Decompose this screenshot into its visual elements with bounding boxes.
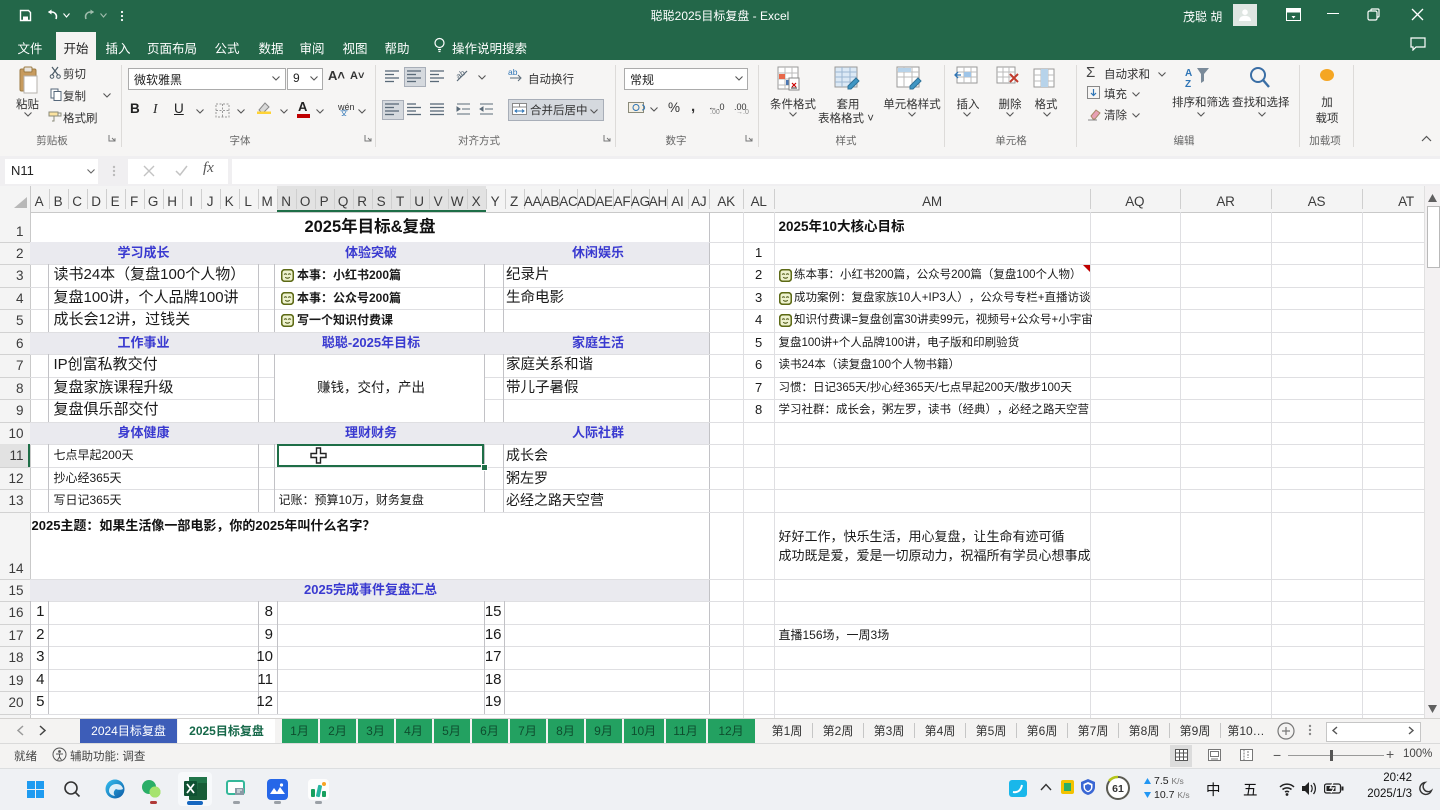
svg-text:ab: ab [455, 68, 467, 81]
svg-text:文: 文 [340, 108, 348, 116]
svg-text:ab: ab [508, 68, 518, 77]
svg-text:→.0: →.0 [736, 109, 749, 114]
svg-text:Z: Z [1185, 79, 1191, 90]
svg-text:.00: .00 [710, 109, 720, 114]
svg-text:A: A [1185, 68, 1192, 79]
svg-text:61: 61 [1112, 783, 1124, 795]
